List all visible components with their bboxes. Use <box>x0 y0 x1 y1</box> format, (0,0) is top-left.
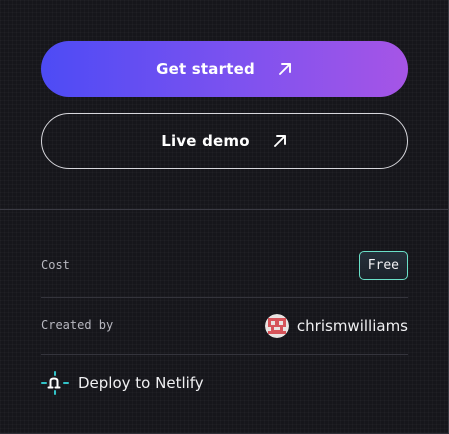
arrow-up-right-icon <box>272 133 288 149</box>
created-by-label: Created by <box>41 318 114 332</box>
get-started-button[interactable]: Get started <box>41 41 408 97</box>
cost-badge: Free <box>358 251 408 280</box>
row-divider <box>41 354 408 355</box>
deploy-to-netlify-link[interactable]: Deploy to Netlify <box>41 371 204 395</box>
netlify-icon <box>41 371 69 395</box>
cost-value: Free <box>367 258 399 273</box>
live-demo-button[interactable]: Live demo <box>41 113 408 169</box>
cost-label: Cost <box>41 258 70 272</box>
author-name: chrismwilliams <box>296 317 408 335</box>
arrow-up-right-icon <box>277 61 293 77</box>
deploy-label: Deploy to Netlify <box>78 374 204 392</box>
row-divider <box>41 297 408 298</box>
author-link[interactable]: chrismwilliams <box>264 313 408 339</box>
section-divider <box>0 209 449 210</box>
get-started-label: Get started <box>156 60 255 78</box>
avatar <box>264 314 289 338</box>
live-demo-label: Live demo <box>161 132 250 150</box>
